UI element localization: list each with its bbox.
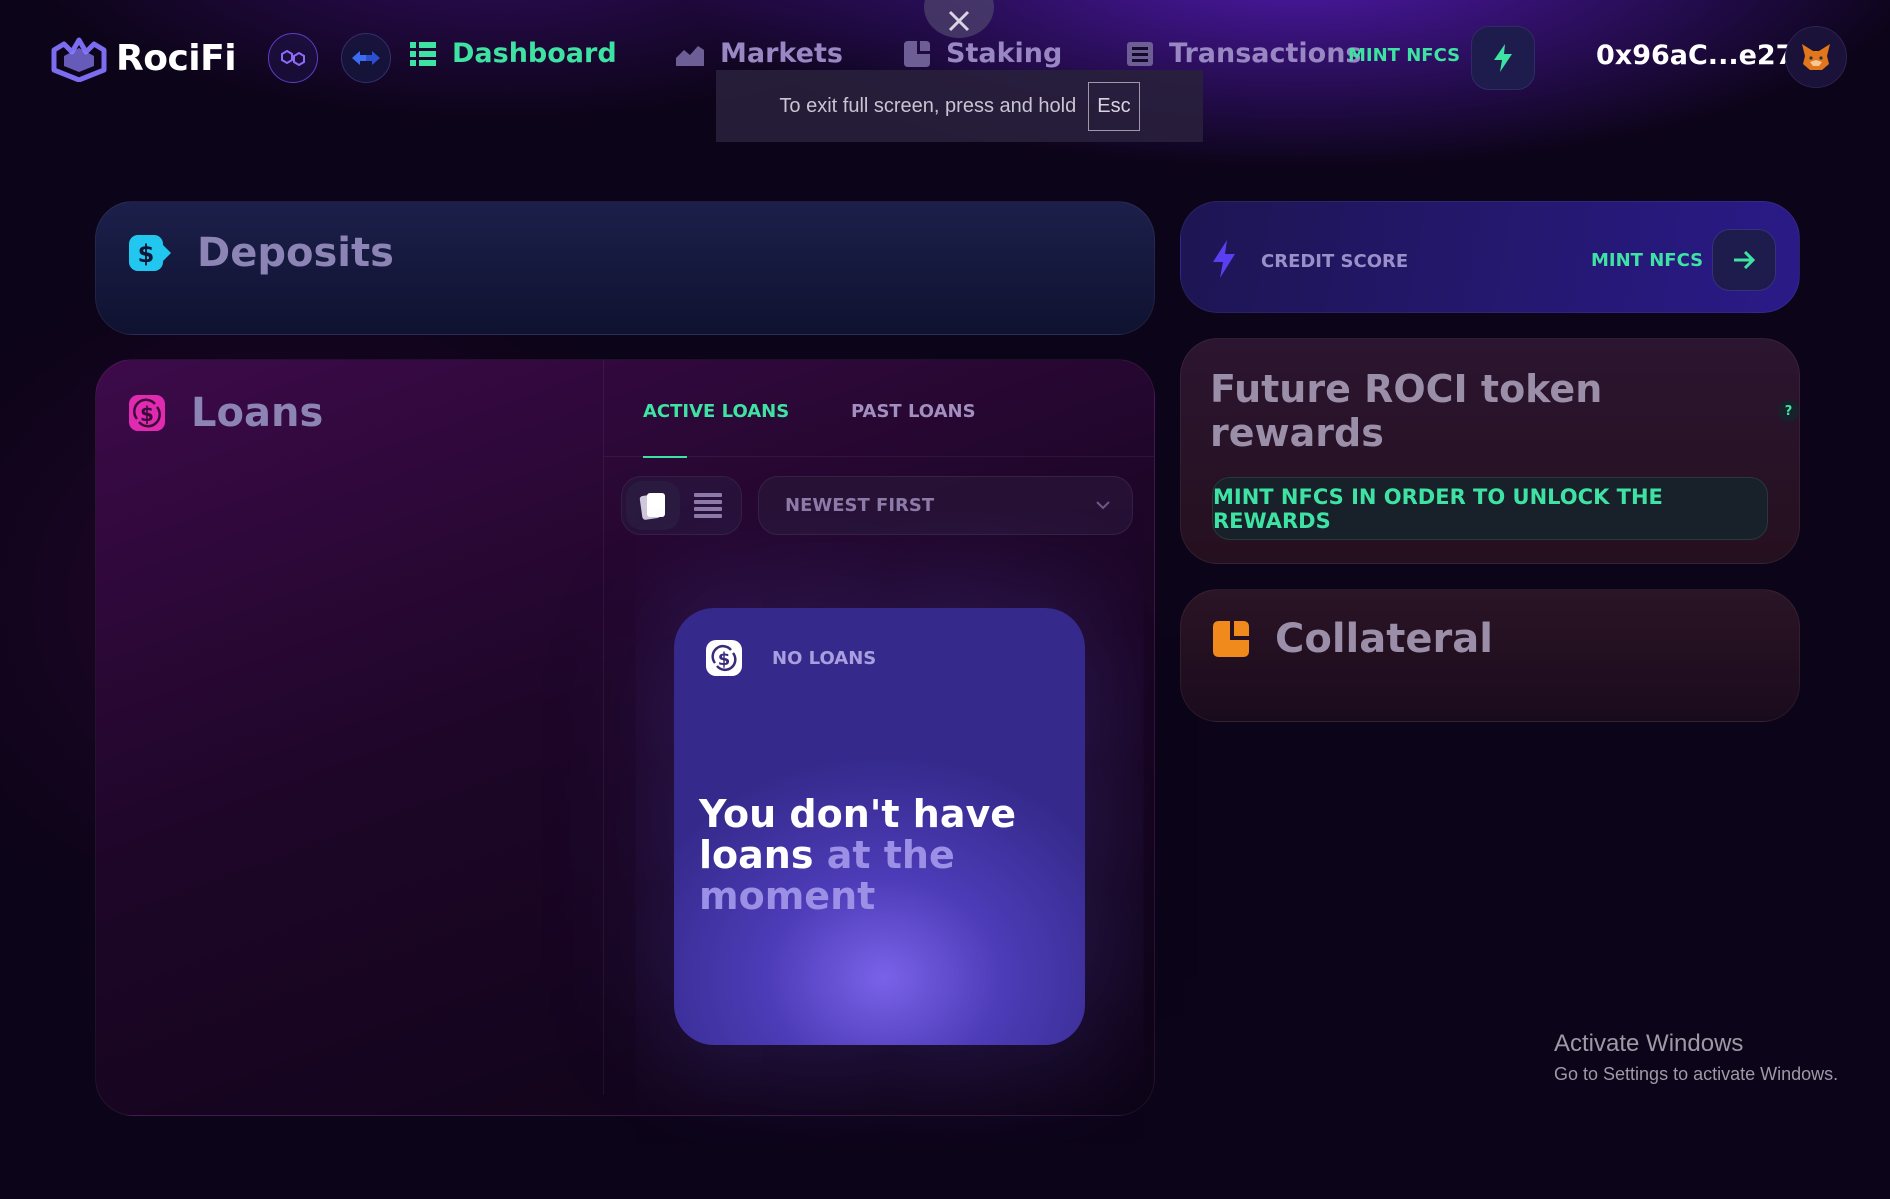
loan-dollar-icon: $ [129,395,165,431]
collateral-pie-icon [1213,621,1249,657]
rocifi-logo[interactable]: RociFi [50,34,237,82]
arrow-right-icon [1734,251,1755,269]
swap-arrows-icon [352,51,380,65]
help-icon[interactable]: ? [1777,400,1799,422]
no-loans-header: $ NO LOANS [706,640,876,676]
pie-icon [904,40,930,67]
no-loans-card: $ NO LOANS You don't have loans at the m… [674,608,1085,1045]
wallet-address[interactable]: 0x96aC...e274 [1596,40,1813,71]
nav-markets[interactable]: Markets [676,38,843,69]
rewards-title: Future ROCI token rewards [1210,367,1603,455]
wallet-button[interactable] [1785,26,1847,88]
chevron-down-icon [1096,501,1110,510]
collateral-header[interactable]: Collateral [1213,616,1493,662]
nav-transactions[interactable]: Transactions [1127,38,1362,69]
polygon-network-button[interactable] [268,33,318,83]
swap-network-button[interactable] [341,33,391,83]
view-mode-toggle [621,476,742,535]
windows-activation-title: Activate Windows [1554,1030,1744,1057]
credit-mint-arrow-button[interactable] [1712,229,1776,291]
svg-text:$: $ [140,402,154,426]
credit-score-card: CREDIT SCORE MINT NFCS [1180,201,1800,313]
nav-dashboard[interactable]: Dashboard [410,38,617,69]
credit-mint-nfcs-link[interactable]: MINT NFCS [1591,250,1703,271]
windows-activation-watermark: Activate Windows Go to Settings to activ… [1554,1030,1838,1085]
loans-header[interactable]: $ Loans [129,390,323,436]
list-icon [1127,41,1153,66]
lightning-icon [1213,240,1235,278]
tab-active-loans[interactable]: ACTIVE LOANS [643,401,789,422]
nav-staking-label: Staking [946,38,1063,69]
tab-past-loans[interactable]: PAST LOANS [851,401,976,422]
no-loans-label: NO LOANS [772,647,877,669]
logo-text: RociFi [116,37,237,79]
mint-nfcs-link[interactable]: MINT NFCS [1348,45,1460,66]
nav-dashboard-label: Dashboard [452,38,617,69]
deposits-card: $ Deposits [95,201,1155,335]
nav-staking[interactable]: Staking [904,38,1062,69]
loan-badge-icon: $ [706,640,742,676]
active-tab-indicator [643,456,687,458]
chart-icon [676,45,704,66]
card-view-button[interactable] [626,481,680,530]
roci-rewards-card: Future ROCI token rewards ? MINT NFCS IN… [1180,338,1800,564]
collateral-card: Collateral [1180,589,1800,722]
polygon-icon [281,49,305,67]
loans-title: Loans [191,390,324,436]
mint-nfcs-unlock-button[interactable]: MINT NFCS IN ORDER TO UNLOCK THE REWARDS [1212,477,1768,540]
credit-score-label: CREDIT SCORE [1261,251,1409,272]
svg-text:$: $ [718,649,731,670]
loans-card: $ Loans ACTIVE LOANS PAST LOANS NEWEST F… [95,359,1155,1116]
nav-transactions-label: Transactions [1169,38,1362,69]
esc-key-badge: Esc [1088,81,1140,131]
loans-divider [603,360,604,1095]
close-icon [948,10,970,32]
sort-select-value: NEWEST FIRST [785,495,935,516]
cards-icon [639,492,665,520]
metamask-fox-icon [1802,44,1830,70]
list-view-button[interactable] [694,493,722,523]
lightning-icon [1494,44,1512,72]
rewards-header: Future ROCI token rewards ? [1210,367,1799,455]
dashboard-icon [410,41,436,66]
svg-text:$: $ [138,240,155,268]
collateral-title: Collateral [1275,616,1493,662]
fullscreen-toast-message: To exit full screen, press and hold [779,94,1077,117]
mint-nfcs-button[interactable] [1471,26,1535,90]
list-lines-icon [694,493,722,518]
fullscreen-toast: To exit full screen, press and hold Esc [716,70,1203,142]
logo-icon [51,37,107,82]
sort-select[interactable]: NEWEST FIRST [758,476,1133,535]
deposit-dollar-icon: $ [129,235,171,271]
windows-activation-subtitle: Go to Settings to activate Windows. [1554,1064,1839,1084]
no-loans-message: You don't have loans at the moment [699,794,1059,917]
deposits-header[interactable]: $ Deposits [129,230,394,276]
deposits-title: Deposits [197,230,394,276]
nav-markets-label: Markets [720,38,843,69]
exit-fullscreen-button[interactable] [924,0,994,38]
